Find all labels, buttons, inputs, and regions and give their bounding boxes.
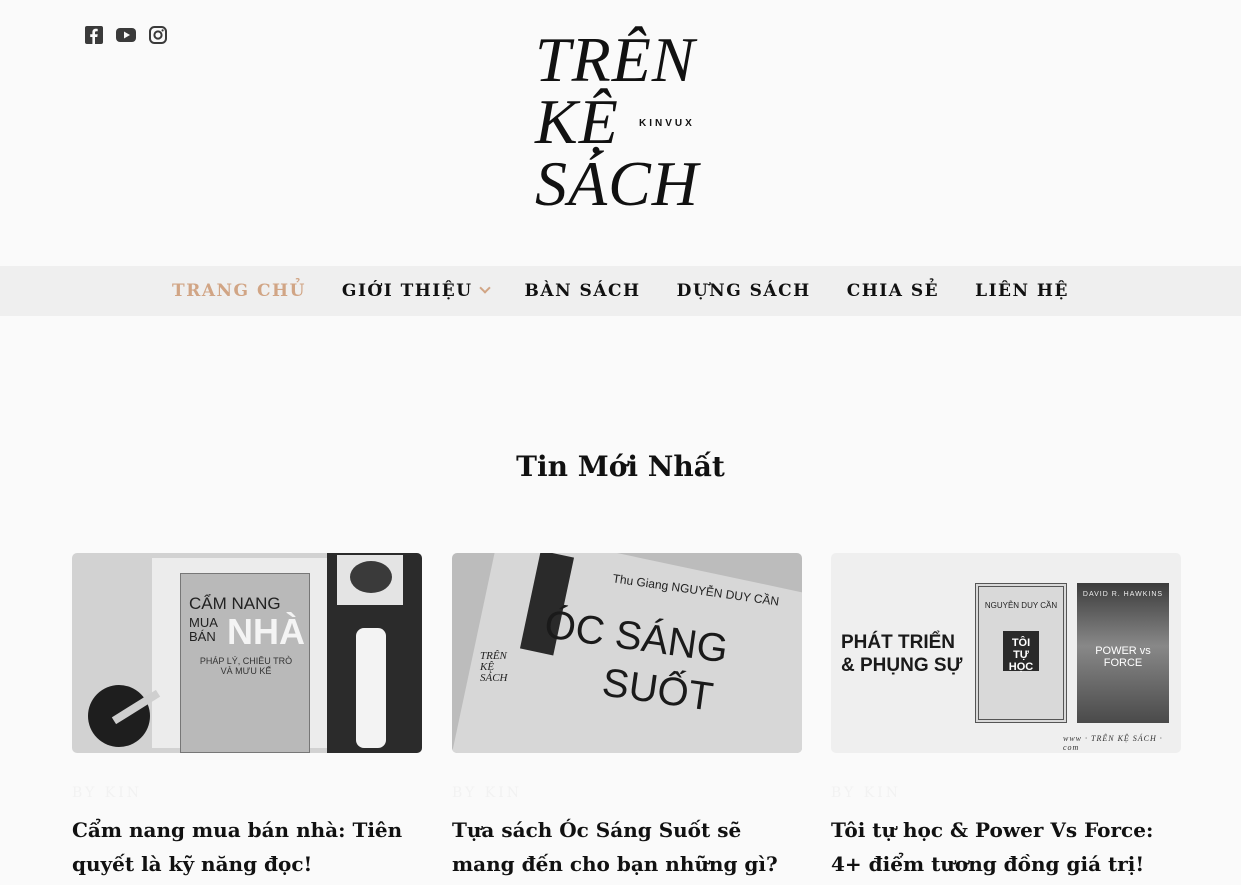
post-thumbnail[interactable]: PHÁT TRIỂN & PHỤNG SỰ NGUYỄN DUY CẦN TÔI… <box>831 553 1181 753</box>
book-line-3: BÁN <box>189 629 216 644</box>
nav-item-label: LIÊN HỆ <box>975 281 1069 301</box>
logo-subtitle: KINVUX <box>639 118 695 129</box>
thumb-headline-line-2: & PHỤNG SỰ <box>841 655 963 676</box>
logo-line-1: TRÊN <box>535 24 696 95</box>
book-title-big: NHÀ <box>227 611 305 652</box>
social-links <box>84 25 168 45</box>
book-author: DAVID R. HAWKINS <box>1082 591 1164 598</box>
thumb-site-credit: www · TRÊN KỆ SÁCH · com <box>1063 734 1163 752</box>
book-subtitle: PHÁP LÝ, CHIÊU TRÒ VÀ MƯU KẾ <box>199 656 293 676</box>
thumb-headline-line-1: PHÁT TRIỂN <box>841 632 955 653</box>
post-thumbnail[interactable]: Thu Giang NGUYỄN DUY CẦN ÓC SÁNG SUỐT TR… <box>452 553 802 753</box>
nav-item-label: TRANG CHỦ <box>172 281 306 301</box>
post-title[interactable]: Cẩm nang mua bán nhà: Tiên quyết là kỹ n… <box>72 813 422 881</box>
book-title-small: MUA BÁN <box>189 616 218 644</box>
nav-item-home[interactable]: TRANG CHỦ <box>172 281 306 301</box>
thumb-book-toi-tu-hoc: NGUYỄN DUY CẦN TÔI TỰ HỌC <box>975 583 1067 723</box>
chevron-down-icon <box>478 282 491 294</box>
book-stamp: TRÊN KỆ SÁCH <box>480 650 508 684</box>
nav-item-ban-sach[interactable]: BÀN SÁCH <box>525 281 641 301</box>
site-logo[interactable]: TRÊN KỆ KINVUX SÁCH <box>535 28 735 218</box>
nav-item-label: DỰNG SÁCH <box>676 281 811 301</box>
book-title: POWER vs FORCE <box>1095 645 1151 669</box>
thumb-headline: PHÁT TRIỂN & PHỤNG SỰ <box>841 631 962 677</box>
nav-item-dung-sach[interactable]: DỰNG SÁCH <box>677 281 811 301</box>
facebook-icon[interactable] <box>84 25 104 45</box>
logo-line-2: KỆ <box>535 86 619 157</box>
logo-line-3: SÁCH <box>535 148 699 219</box>
post-author[interactable]: BY KIN <box>72 785 422 801</box>
post-author[interactable]: BY KIN <box>452 785 802 801</box>
post-card: Thu Giang NGUYỄN DUY CẦN ÓC SÁNG SUỐT TR… <box>452 553 802 881</box>
section-title: Tin Mới Nhất <box>516 450 725 483</box>
nav-item-about[interactable]: GIỚI THIỆU <box>341 281 491 301</box>
instagram-icon[interactable] <box>148 25 168 45</box>
post-card: CẨM NANG MUA BÁN NHÀ PHÁP LÝ, CHIÊU TRÒ V… <box>72 553 422 881</box>
thumb-book-cover: CẨM NANG MUA BÁN NHÀ PHÁP LÝ, CHIÊU TRÒ V… <box>180 573 310 753</box>
post-thumbnail[interactable]: CẨM NANG MUA BÁN NHÀ PHÁP LÝ, CHIÊU TRÒ V… <box>72 553 422 753</box>
book-title: TÔI TỰ HỌC <box>1003 631 1039 673</box>
post-title[interactable]: Tựa sách Óc Sáng Suốt sẽ mang đến cho bạ… <box>452 813 802 881</box>
thumb-book-power-vs-force: DAVID R. HAWKINS POWER vs FORCE <box>1077 583 1169 723</box>
nav-item-label: CHIA SẺ <box>846 281 940 301</box>
nav-item-label: BÀN SÁCH <box>524 281 641 301</box>
book-line-2: MUA <box>189 615 218 630</box>
youtube-icon[interactable] <box>116 25 136 45</box>
thumb-stones <box>350 561 392 593</box>
post-card: PHÁT TRIỂN & PHỤNG SỰ NGUYỄN DUY CẦN TÔI… <box>831 553 1181 881</box>
thumb-paper-roll <box>356 628 386 748</box>
post-author[interactable]: BY KIN <box>831 785 1181 801</box>
nav-item-contact[interactable]: LIÊN HỆ <box>975 281 1069 301</box>
nav-item-chia-se[interactable]: CHIA SẺ <box>847 281 939 301</box>
post-title[interactable]: Tôi tự học & Power Vs Force: 4+ điểm tươ… <box>831 813 1181 881</box>
nav-item-label: GIỚI THIỆU <box>341 281 473 301</box>
book-author: NGUYỄN DUY CẦN <box>984 601 1058 610</box>
main-nav: TRANG CHỦ GIỚI THIỆU BÀN SÁCH DỰNG SÁCH … <box>0 266 1241 316</box>
